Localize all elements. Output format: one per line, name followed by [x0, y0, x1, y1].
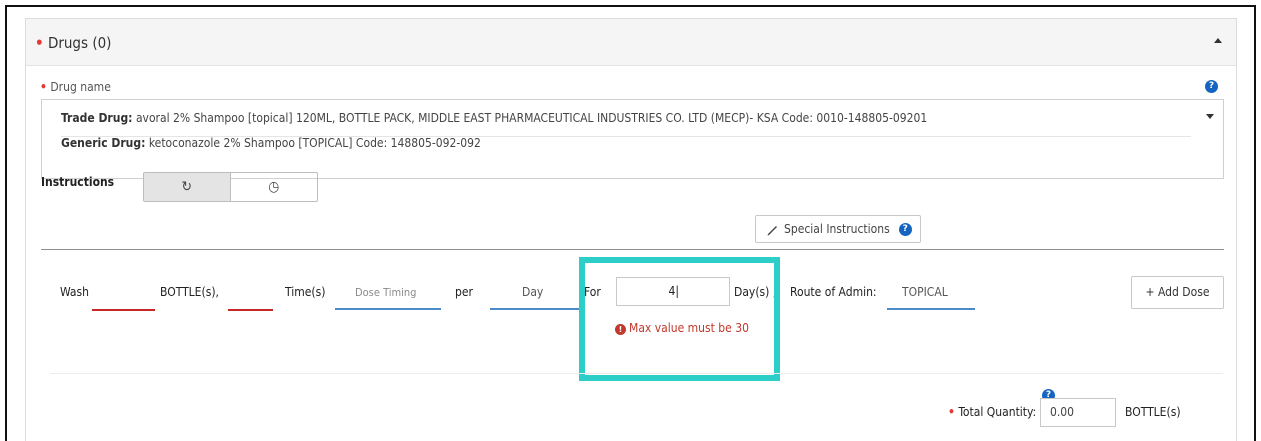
recurring-toggle-button[interactable]: ↻	[144, 173, 231, 201]
for-label: For	[584, 285, 601, 299]
per-label: per	[455, 285, 473, 299]
route-value: TOPICAL	[902, 285, 948, 299]
drug-name-label: • Drug name	[40, 80, 111, 94]
error-icon: !	[615, 324, 626, 335]
special-instructions-button[interactable]: Special Instructions ?	[755, 215, 921, 243]
duration-error: ! Max value must be 30	[615, 320, 755, 337]
required-indicator: •	[948, 405, 955, 419]
instructions-mode-toggle: ↻ ◷	[143, 172, 318, 202]
duration-input[interactable]: 4|	[616, 277, 730, 306]
period-select[interactable]	[490, 308, 579, 310]
total-quantity-unit: BOTTLE(s)	[1125, 405, 1181, 419]
dose-timing-select[interactable]	[335, 308, 441, 310]
section-separator	[41, 249, 1224, 250]
trade-drug-line: Trade Drug: avoral 2% Shampoo [topical] …	[61, 111, 927, 125]
total-quantity-input[interactable]: 0.00	[1040, 398, 1116, 427]
dose-amount-input[interactable]	[92, 309, 155, 311]
special-instructions-help-icon[interactable]: ?	[898, 222, 912, 236]
dose-verb: Wash	[60, 285, 89, 299]
generic-drug-line: Generic Drug: ketoconazole 2% Shampoo [T…	[61, 136, 481, 150]
frequency-input[interactable]	[228, 309, 273, 311]
collapse-caret-icon[interactable]	[1214, 38, 1222, 43]
times-label: Time(s)	[285, 285, 326, 299]
drug-name-help-icon[interactable]: ?	[1205, 80, 1218, 93]
period-value: Day	[522, 285, 544, 299]
total-quantity-label-text: Total Quantity:	[958, 405, 1037, 419]
duration-error-text: Max value must be 30	[629, 321, 749, 335]
drugs-panel-header[interactable]: • Drugs (0)	[26, 19, 1236, 66]
refresh-icon: ↻	[181, 179, 193, 195]
dropdown-caret-icon[interactable]	[1206, 114, 1214, 119]
days-label: Day(s) ,	[734, 285, 777, 299]
generic-drug-label: Generic Drug:	[61, 136, 146, 150]
add-dose-button[interactable]: + Add Dose	[1131, 276, 1224, 309]
dose-timing-placeholder: Dose Timing	[355, 286, 417, 299]
required-indicator: •	[35, 34, 44, 52]
generic-drug-value: ketoconazole 2% Shampoo [TOPICAL] Code: …	[148, 136, 481, 150]
special-instructions-label: Special Instructions	[784, 222, 890, 236]
required-indicator: •	[40, 80, 47, 94]
route-label: Route of Admin:	[790, 285, 877, 299]
dose-unit: BOTTLE(s),	[160, 285, 219, 299]
clock-icon: ◷	[268, 179, 280, 195]
panel-title-text: Drugs (0)	[47, 34, 112, 52]
drugs-panel: • Drugs (0)	[25, 18, 1237, 441]
trade-drug-value: avoral 2% Shampoo [topical] 120ML, BOTTL…	[135, 111, 928, 125]
timed-toggle-button[interactable]: ◷	[231, 173, 318, 201]
trade-drug-label: Trade Drug:	[61, 111, 133, 125]
instructions-label: Instructions	[41, 175, 115, 189]
route-select[interactable]	[887, 308, 975, 310]
pencil-icon	[767, 225, 777, 235]
total-quantity-label: • Total Quantity:	[948, 405, 1036, 419]
row-separator	[50, 373, 1223, 374]
panel-title: • Drugs (0)	[35, 34, 111, 52]
drug-name-label-text: Drug name	[50, 80, 111, 94]
drug-name-select[interactable]: Trade Drug: avoral 2% Shampoo [topical] …	[41, 99, 1224, 179]
